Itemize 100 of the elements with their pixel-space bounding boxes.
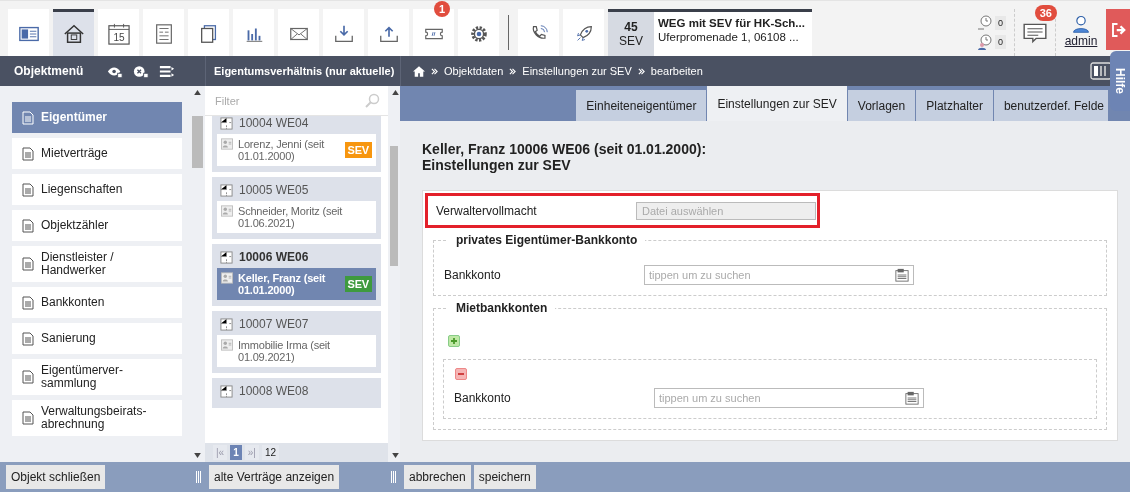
logout-button[interactable] bbox=[1106, 9, 1130, 50]
scroll-down-icon[interactable] bbox=[194, 453, 201, 458]
floorplan-icon bbox=[220, 183, 233, 197]
unit-card[interactable]: 10008 WE08 bbox=[212, 378, 381, 408]
unit-number: 10004 WE04 bbox=[239, 116, 309, 130]
object-type: SEV bbox=[619, 34, 643, 48]
object-count: 45 bbox=[624, 20, 638, 34]
toolbar-button[interactable] bbox=[458, 9, 499, 56]
document-icon bbox=[22, 370, 34, 384]
document-icon bbox=[22, 182, 34, 197]
user-link[interactable]: admin bbox=[1064, 34, 1098, 48]
unit-number: 10005 WE05 bbox=[239, 183, 309, 197]
logout-icon bbox=[1110, 20, 1128, 39]
field-label: Bankkonto bbox=[454, 391, 512, 405]
contact-icon bbox=[221, 138, 233, 150]
lookup-icon[interactable] bbox=[895, 268, 909, 282]
tab[interactable]: Einstellungen zur SEV bbox=[707, 86, 847, 121]
section-title: privates Eigentümer-Bankkonto bbox=[448, 233, 646, 247]
contact-icon bbox=[221, 272, 233, 284]
owner-card[interactable]: Keller, Franz (seit 01.01.2000) SEV bbox=[217, 268, 376, 300]
sidebar-item[interactable]: Sanierung bbox=[12, 323, 182, 354]
panel-title: Eigentumsverhältnis (nur aktuelle) bbox=[214, 65, 395, 77]
resize-grip-icon[interactable] bbox=[196, 471, 201, 483]
scroll-up-icon[interactable] bbox=[194, 90, 201, 95]
remove-button[interactable] bbox=[455, 368, 467, 380]
page-heading: Einstellungen zur SEV bbox=[422, 157, 572, 173]
search-field[interactable]: tippen um zu suchen bbox=[644, 265, 914, 285]
search-field[interactable]: tippen um zu suchen bbox=[654, 388, 924, 408]
file-field[interactable]: Datei auswählen bbox=[636, 201, 816, 220]
close-object-button[interactable]: Objekt schließen bbox=[6, 465, 106, 489]
calendar-icon: 15 bbox=[107, 23, 130, 45]
toolbar-button[interactable] bbox=[143, 9, 184, 56]
home-icon bbox=[62, 23, 85, 45]
owner-card[interactable]: Lorenz, Jenni (seit 01.01.2000) SEV bbox=[217, 134, 376, 166]
contact-icon bbox=[221, 205, 233, 217]
document-icon bbox=[22, 331, 34, 346]
sidebar-item[interactable]: Eigentümerver-sammlung bbox=[12, 359, 182, 395]
field-label: Verwaltervollmacht bbox=[436, 203, 538, 218]
notification-badge: 36 bbox=[1034, 5, 1057, 21]
object-address: Uferpromenade 1, 06108 ... bbox=[658, 30, 800, 44]
home-icon[interactable] bbox=[413, 65, 425, 77]
lookup-icon[interactable] bbox=[905, 391, 919, 405]
resize-grip-icon[interactable] bbox=[391, 471, 396, 483]
toolbar-button[interactable] bbox=[368, 9, 409, 56]
floorplan-icon bbox=[220, 384, 233, 398]
footer-button[interactable]: speichern bbox=[473, 465, 536, 489]
scroll-down-icon[interactable] bbox=[392, 453, 399, 458]
sidebar-item[interactable]: Objektzähler bbox=[12, 210, 182, 241]
floorplan-icon bbox=[220, 317, 233, 331]
tab[interactable]: Einheiteneigentümer bbox=[576, 90, 707, 121]
section-title: Mietbankkonten bbox=[448, 301, 556, 315]
chevron-icon bbox=[431, 67, 438, 75]
unit-number: 10008 WE08 bbox=[239, 384, 309, 398]
unit-card[interactable]: 10007 WE07 Immobilie Irma (seit 01.09.2021) bbox=[212, 311, 381, 373]
show-old-contracts-button[interactable]: alte Verträge anzeigen bbox=[209, 465, 340, 489]
add-button[interactable] bbox=[448, 335, 460, 347]
toolbar-button[interactable] bbox=[188, 9, 229, 56]
toolbar-button[interactable] bbox=[278, 9, 319, 56]
close-icon[interactable] bbox=[133, 64, 150, 78]
document-icon bbox=[22, 146, 34, 161]
counter-value: 0 bbox=[995, 16, 1006, 30]
tab[interactable]: Platzhalter bbox=[916, 90, 993, 121]
owner-card[interactable]: Immobilie Irma (seit 01.09.2021) bbox=[217, 335, 376, 367]
sidebar-item[interactable]: Bankkonten bbox=[12, 287, 182, 318]
floorplan-icon bbox=[220, 116, 233, 130]
counter-value: 0 bbox=[995, 35, 1006, 49]
toolbar-button[interactable]: 15 bbox=[98, 9, 139, 56]
plus-icon bbox=[450, 337, 458, 345]
scroll-up-icon[interactable] bbox=[392, 90, 399, 95]
user-icon bbox=[1071, 14, 1091, 34]
breadcrumb-link[interactable]: bearbeiten bbox=[650, 65, 703, 77]
unit-number: 10007 WE07 bbox=[239, 317, 309, 331]
sidebar-item[interactable]: Liegenschaften bbox=[12, 174, 182, 205]
list-icon[interactable] bbox=[159, 64, 176, 78]
sidebar-item[interactable]: Dienstleister / Handwerker bbox=[12, 246, 182, 282]
footer-button[interactable]: abbrechen bbox=[404, 465, 471, 489]
tab[interactable]: benutzerdef. Felde bbox=[993, 90, 1108, 121]
tab[interactable]: Vorlagen bbox=[847, 90, 916, 121]
unit-card[interactable]: 10006 WE06 Keller, Franz (seit 01.01.2000) SEV bbox=[212, 244, 381, 306]
owner-card[interactable]: Schneider, Moritz (seit 01.06.2021) bbox=[217, 201, 376, 233]
scrollbar-thumb[interactable] bbox=[390, 146, 398, 266]
unit-card[interactable]: 10005 WE05 Schneider, Moritz (seit 01.06.2021) bbox=[212, 177, 381, 239]
floorplan-icon bbox=[220, 250, 233, 264]
help-tab[interactable]: Hilfe bbox=[1110, 51, 1130, 111]
breadcrumb-link[interactable]: Objektdaten bbox=[444, 65, 504, 77]
unit-card[interactable]: 10004 WE04 Lorenz, Jenni (seit 01.01.2000) SEV bbox=[212, 116, 381, 172]
toolbar-button[interactable] bbox=[8, 9, 49, 56]
page-heading: Keller, Franz 10006 WE06 (seit 01.01.2000): bbox=[422, 141, 708, 157]
page-button[interactable]: 1 bbox=[230, 445, 242, 460]
scrollbar-thumb[interactable] bbox=[192, 116, 203, 168]
status-tag: SEV bbox=[344, 142, 372, 158]
minus-icon bbox=[457, 370, 465, 378]
breadcrumb-link[interactable]: Einstellungen zur SEV bbox=[522, 65, 632, 77]
sidebar-item[interactable]: Eigentümer bbox=[12, 102, 182, 133]
document-icon bbox=[22, 110, 34, 125]
toolbar-button[interactable] bbox=[53, 9, 94, 56]
columns-icon[interactable] bbox=[1090, 62, 1112, 80]
unit-number: 10006 WE06 bbox=[239, 250, 309, 264]
sidebar-item[interactable]: Mietverträge bbox=[12, 138, 182, 169]
sidebar-item[interactable]: Verwaltungsbeirats-abrechnung bbox=[12, 400, 182, 436]
